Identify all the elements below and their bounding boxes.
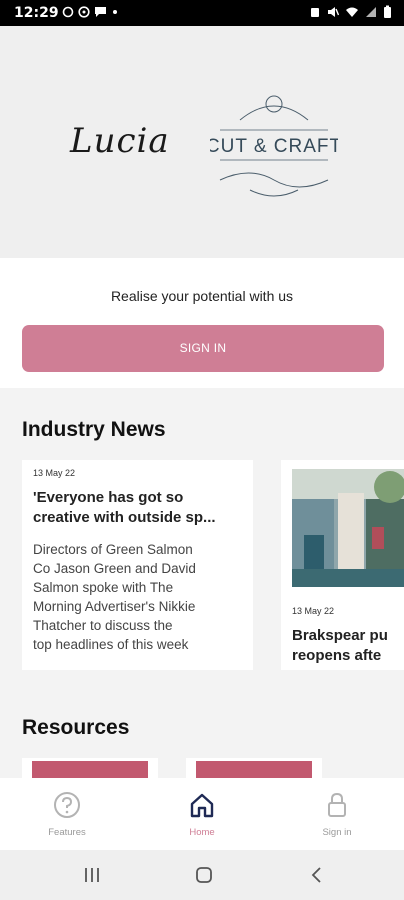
sign-in-button[interactable]: SIGN IN xyxy=(22,325,384,372)
resources-title: Resources xyxy=(22,716,130,739)
news-date: 13 May 22 xyxy=(33,468,76,478)
news-date: 13 May 22 xyxy=(292,606,335,616)
whatsapp-icon xyxy=(78,6,90,18)
record-icon xyxy=(62,6,74,18)
home-button-icon[interactable] xyxy=(195,866,213,884)
news-image xyxy=(292,469,404,587)
cut-and-craft-logo: CUT & CRAFT xyxy=(210,95,338,197)
recent-apps-icon[interactable] xyxy=(84,867,100,883)
wifi-icon xyxy=(346,7,358,17)
nav-home[interactable]: Home xyxy=(135,778,269,850)
nav-home-label: Home xyxy=(189,827,215,838)
news-title: Brakspear pu reopens afte xyxy=(292,627,388,664)
notification-icons xyxy=(62,6,119,18)
system-status-icons xyxy=(309,5,392,19)
mute-icon xyxy=(328,7,339,17)
home-icon xyxy=(190,793,214,818)
signal-icon xyxy=(366,7,376,17)
industry-news-title: Industry News xyxy=(22,418,166,441)
lock-icon xyxy=(328,792,346,817)
nav-signin[interactable]: Sign in xyxy=(270,778,404,850)
news-title: 'Everyone has got so creative with outsi… xyxy=(33,489,216,526)
system-navigation-bar xyxy=(0,850,404,900)
bottom-navigation: Features Home Sign in xyxy=(0,778,404,850)
dot-icon xyxy=(113,10,117,14)
resource-thumbnail xyxy=(32,761,148,778)
status-time: 12:29 xyxy=(14,5,59,21)
nav-features-label: Features xyxy=(48,827,86,838)
battery-icon xyxy=(384,5,391,18)
tagline: Realise your potential with us xyxy=(110,288,294,304)
back-icon[interactable] xyxy=(310,866,324,884)
news-description: Directors of Green Salmon Co Jason Green… xyxy=(33,542,196,652)
message-icon xyxy=(95,7,106,17)
news-card[interactable]: 13 May 22 'Everyone has got so creative … xyxy=(22,460,253,670)
resource-thumbnail xyxy=(196,761,312,778)
help-circle-icon xyxy=(54,792,80,818)
news-card[interactable]: 13 May 22 Brakspear pu reopens afte xyxy=(281,460,404,670)
resource-card[interactable] xyxy=(186,758,322,778)
nav-features[interactable]: Features xyxy=(0,778,134,850)
lucia-logo: Lucia xyxy=(69,121,170,161)
status-bar: 12:29 xyxy=(0,0,404,26)
svg-text:Lucia: Lucia xyxy=(69,121,170,161)
hero-banner xyxy=(0,26,404,258)
alarm-icon xyxy=(311,8,319,17)
resource-card[interactable] xyxy=(22,758,158,778)
svg-text:CUT & CRAFT: CUT & CRAFT xyxy=(210,136,338,157)
nav-signin-label: Sign in xyxy=(322,827,352,838)
